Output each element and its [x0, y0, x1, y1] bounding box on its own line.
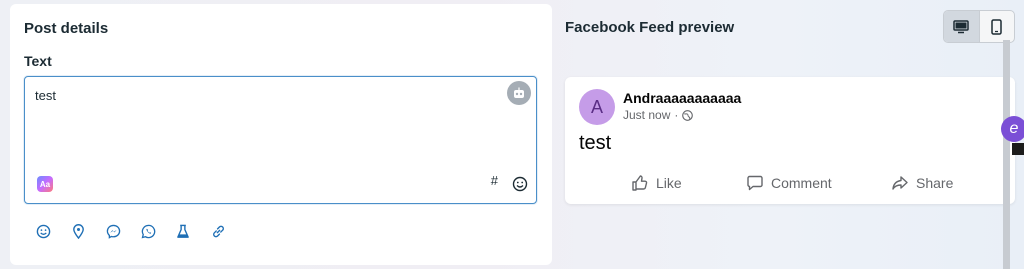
emoji-icon [36, 224, 50, 238]
whatsapp-button[interactable] [139, 222, 157, 240]
comment-icon [747, 175, 763, 191]
hashtag-icon[interactable]: # [491, 173, 498, 188]
post-meta: Just now · [623, 108, 694, 122]
text-format-icon[interactable]: Aa [37, 176, 53, 192]
messenger-icon [106, 224, 120, 239]
post-details-title: Post details [24, 20, 109, 37]
post-text-input[interactable]: test Aa # [24, 76, 537, 204]
link-button[interactable] [209, 222, 227, 240]
share-icon [892, 176, 908, 190]
post-actions: Like Comment Share [565, 174, 1015, 196]
text-field-label: Text [24, 53, 52, 69]
mobile-icon [991, 18, 1002, 35]
globe-icon [682, 109, 694, 121]
post-text-value[interactable]: test [35, 88, 56, 103]
device-toggle [943, 10, 1015, 43]
thumbs-up-icon [632, 175, 648, 191]
ai-assistant-button[interactable] [507, 81, 531, 105]
emoji-picker-icon[interactable] [512, 176, 528, 192]
location-icon [72, 223, 84, 239]
whatsapp-icon [141, 224, 155, 238]
facebook-post-preview: A Andraaaaaaaaaaa Just now · test Like C… [565, 77, 1015, 204]
comment-label: Comment [771, 175, 832, 191]
share-label: Share [916, 175, 954, 191]
desktop-preview-button[interactable] [944, 11, 979, 42]
preview-title: Facebook Feed preview [565, 19, 735, 36]
post-body-text: test [579, 132, 612, 154]
share-button[interactable]: Share [891, 174, 953, 192]
post-timestamp: Just now [623, 108, 671, 122]
robot-icon [514, 87, 524, 98]
preview-scrollbar[interactable] [1003, 40, 1010, 269]
lab-button[interactable] [174, 222, 192, 240]
emoji-button[interactable] [34, 222, 52, 240]
meta-separator: · [674, 108, 679, 122]
like-label: Like [656, 175, 682, 191]
location-button[interactable] [69, 222, 87, 240]
desktop-icon [953, 19, 969, 33]
comment-button[interactable]: Comment [746, 174, 832, 192]
post-details-panel: Post details Text test Aa # [10, 4, 552, 265]
link-icon [212, 225, 224, 237]
mobile-preview-button[interactable] [978, 11, 1015, 42]
extension-badge[interactable]: e [1001, 116, 1024, 142]
avatar: A [579, 89, 615, 125]
post-toolbar [34, 222, 227, 240]
messenger-button[interactable] [104, 222, 122, 240]
like-button[interactable]: Like [631, 174, 682, 192]
edge-marker [1012, 143, 1024, 155]
flask-icon [177, 224, 189, 238]
post-author-name: Andraaaaaaaaaaa [623, 90, 742, 106]
